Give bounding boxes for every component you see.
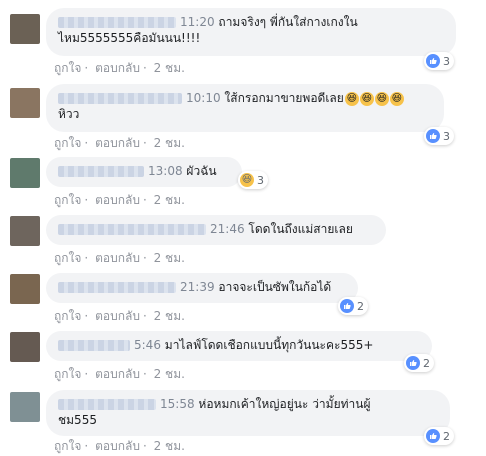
comment-time: 5:46 bbox=[134, 338, 161, 352]
comment-bubble: 21:39 อาจจะเป็นซัพในก้อได้ bbox=[46, 273, 358, 303]
comment-bubble: 13:08 ผัวฉัน bbox=[46, 157, 242, 187]
blurred-author-name[interactable] bbox=[58, 224, 206, 235]
haha-icon: 😆 bbox=[240, 173, 254, 187]
reply-link[interactable]: ตอบกลับ bbox=[95, 136, 140, 150]
reaction-count[interactable]: 2 bbox=[404, 354, 434, 372]
comment-time: 13:08 bbox=[148, 164, 183, 178]
avatar[interactable] bbox=[10, 216, 40, 246]
like-link[interactable]: ถูกใจ bbox=[54, 367, 81, 381]
reaction-count[interactable]: 3 bbox=[424, 52, 454, 70]
avatar[interactable] bbox=[10, 14, 40, 44]
comment-bubble: 11:20 ถามจริงๆ พี่กันใส่กางเกงใน ไหม5555… bbox=[46, 8, 456, 56]
comment-bubble: 15:58 ห่อหมกเค้าใหญ่อยู่นะ ว่ามั้ยท่านผู… bbox=[46, 390, 450, 436]
reaction-count[interactable]: 2 bbox=[424, 427, 454, 445]
avatar[interactable] bbox=[10, 88, 40, 118]
like-icon bbox=[340, 299, 354, 313]
blurred-author-name[interactable] bbox=[58, 93, 182, 104]
blurred-author-name[interactable] bbox=[58, 166, 144, 177]
like-icon bbox=[426, 54, 440, 68]
comment-actions: ถูกใจ · ตอบกลับ · 2 ชม. bbox=[54, 61, 185, 75]
like-icon bbox=[426, 429, 440, 443]
comment-actions: ถูกใจ · ตอบกลับ · 2 ชม. bbox=[54, 367, 185, 381]
comment-actions: ถูกใจ · ตอบกลับ · 2 ชม. bbox=[54, 309, 185, 323]
comment-text: ใส้กรอกมาขายพอดีเลย bbox=[224, 91, 344, 105]
comment-actions: ถูกใจ · ตอบกลับ · 2 ชม. bbox=[54, 251, 185, 265]
reaction-count[interactable]: 😆 3 bbox=[238, 171, 268, 189]
blurred-author-name[interactable] bbox=[58, 17, 176, 28]
comment-age[interactable]: 2 ชม. bbox=[154, 251, 185, 265]
like-icon bbox=[426, 129, 440, 143]
comment-time: 21:46 bbox=[210, 222, 245, 236]
like-link[interactable]: ถูกใจ bbox=[54, 61, 81, 75]
comment-time: 10:10 bbox=[186, 91, 221, 105]
like-link[interactable]: ถูกใจ bbox=[54, 136, 81, 150]
avatar[interactable] bbox=[10, 158, 40, 188]
like-link[interactable]: ถูกใจ bbox=[54, 193, 81, 207]
reply-link[interactable]: ตอบกลับ bbox=[95, 193, 140, 207]
comment-text: อาจจะเป็นซัพในก้อได้ bbox=[218, 280, 332, 294]
comment-age[interactable]: 2 ชม. bbox=[154, 367, 185, 381]
reaction-count[interactable]: 3 bbox=[424, 127, 454, 145]
like-link[interactable]: ถูกใจ bbox=[54, 309, 81, 323]
reply-link[interactable]: ตอบกลับ bbox=[95, 309, 140, 323]
avatar[interactable] bbox=[10, 392, 40, 422]
reaction-count[interactable]: 2 bbox=[338, 297, 368, 315]
comment-actions: ถูกใจ · ตอบกลับ · 2 ชม. bbox=[54, 193, 185, 207]
blurred-author-name[interactable] bbox=[58, 282, 176, 293]
comment-age[interactable]: 2 ชม. bbox=[154, 136, 185, 150]
blurred-author-name[interactable] bbox=[58, 399, 156, 410]
comment-text: มาไลฟ์โดดเชือกแบบนี้ทุกวันนะคะ555+ bbox=[164, 338, 374, 352]
comment-text: ชม555 bbox=[58, 413, 97, 427]
grin-emoji-group: 😆 😆 😆 😆 bbox=[344, 91, 404, 106]
comment-age[interactable]: 2 ชม. bbox=[154, 61, 185, 75]
reply-link[interactable]: ตอบกลับ bbox=[95, 61, 140, 75]
comment-time: 11:20 bbox=[180, 15, 215, 29]
comment-text: ห่อหมกเค้าใหญ่อยู่นะ ว่ามั้ยท่านผู้ bbox=[198, 397, 371, 411]
comment-text: ไหม5555555คือมันนน!!!! bbox=[58, 31, 201, 45]
comment-bubble: 10:10 ใส้กรอกมาขายพอดีเลย 😆 😆 😆 😆 หิวว bbox=[46, 84, 444, 132]
comment-text: ถามจริงๆ พี่กันใส่กางเกงใน bbox=[218, 15, 358, 29]
reply-link[interactable]: ตอบกลับ bbox=[95, 367, 140, 381]
comment-bubble: 5:46 มาไลฟ์โดดเชือกแบบนี้ทุกวันนะคะ555+ bbox=[46, 331, 432, 361]
blurred-author-name[interactable] bbox=[58, 340, 130, 351]
comment-bubble: 21:46 โดดในถึงแม่สายเลย bbox=[46, 215, 386, 245]
like-link[interactable]: ถูกใจ bbox=[54, 251, 81, 265]
like-icon bbox=[406, 356, 420, 370]
avatar[interactable] bbox=[10, 274, 40, 304]
comment-time: 21:39 bbox=[180, 280, 215, 294]
comment-age[interactable]: 2 ชม. bbox=[154, 309, 185, 323]
comment-age[interactable]: 2 ชม. bbox=[154, 193, 185, 207]
comment-actions: ถูกใจ · ตอบกลับ · 2 ชม. bbox=[54, 439, 185, 453]
comment-text: หิวว bbox=[58, 107, 80, 121]
comment-text: โดดในถึงแม่สายเลย bbox=[248, 222, 353, 236]
reply-link[interactable]: ตอบกลับ bbox=[95, 251, 140, 265]
comment-time: 15:58 bbox=[160, 397, 195, 411]
comment-actions: ถูกใจ · ตอบกลับ · 2 ชม. bbox=[54, 136, 185, 150]
comment-text: ผัวฉัน bbox=[186, 164, 217, 178]
avatar[interactable] bbox=[10, 332, 40, 362]
